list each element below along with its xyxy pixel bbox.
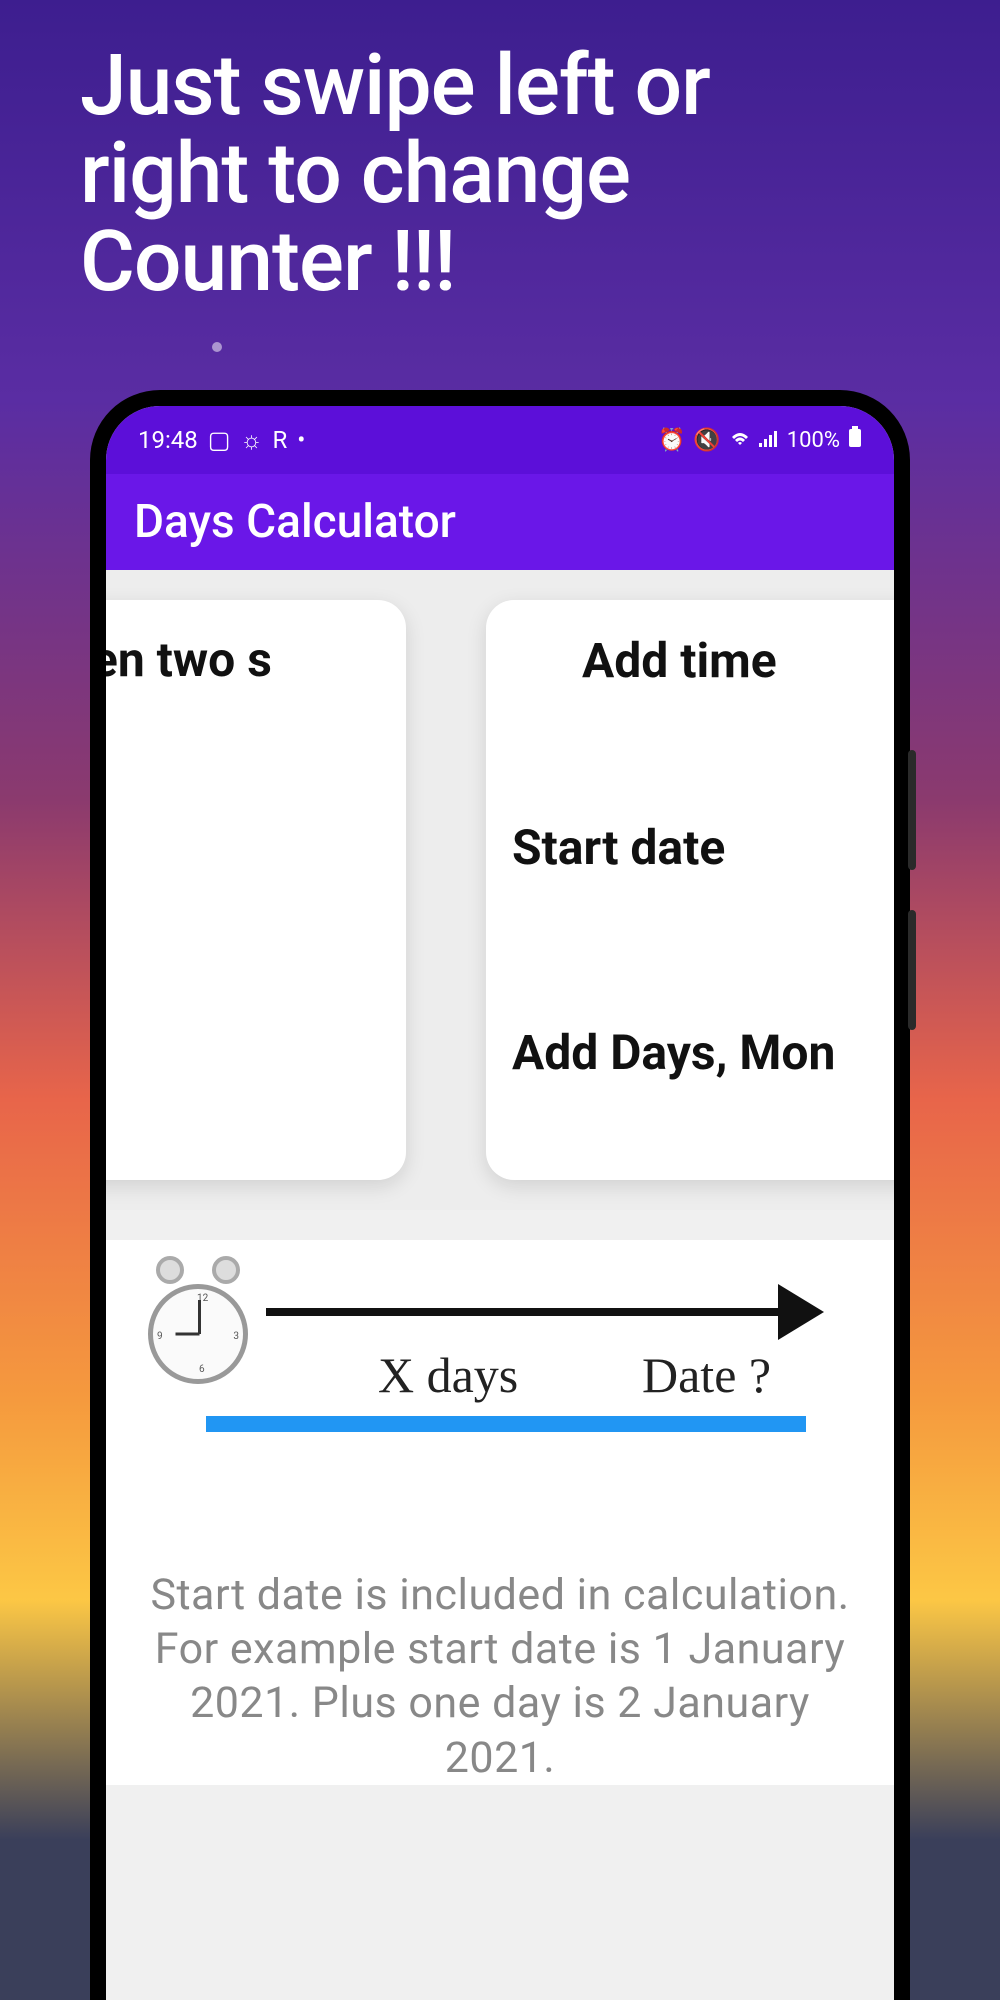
wifi-icon xyxy=(729,428,751,453)
arrow-line-icon xyxy=(266,1308,786,1316)
main-content[interactable]: een two s Add time Start date Add Days, … xyxy=(106,570,894,2000)
signal-icon xyxy=(759,428,779,453)
status-time: 19:48 xyxy=(138,426,198,454)
bell-right-icon xyxy=(212,1256,240,1284)
phone-side-button xyxy=(908,910,916,1030)
card-right-title: Add time xyxy=(486,600,894,689)
promo-headline: Just swipe left or right to change Count… xyxy=(80,42,710,307)
battery-percent: 100% xyxy=(787,428,840,453)
bell-left-icon xyxy=(156,1256,184,1284)
dot-icon: • xyxy=(297,426,305,454)
app-title: Days Calculator xyxy=(134,495,456,549)
mute-icon: 🔇 xyxy=(693,428,720,453)
alarm-icon: ⏰ xyxy=(658,428,685,453)
swipe-cards-row[interactable]: een two s Add time Start date Add Days, … xyxy=(106,570,894,1210)
card-between-dates[interactable]: een two s xyxy=(106,600,406,1180)
status-left: 19:48 ▢ ☼ R • xyxy=(138,426,305,455)
arrow-head-icon xyxy=(778,1284,824,1340)
gallery-icon: ▢ xyxy=(208,426,231,454)
card-add-time[interactable]: Add time Start date Add Days, Mon xyxy=(486,600,894,1180)
add-days-label: Add Days, Mon xyxy=(486,876,894,1081)
app-bar: Days Calculator xyxy=(106,474,894,570)
status-bar: 19:48 ▢ ☼ R • ⏰ 🔇 100% xyxy=(106,406,894,474)
phone-frame: 19:48 ▢ ☼ R • ⏰ 🔇 100% xyxy=(90,390,910,2000)
description-text: Start date is included in calculation. F… xyxy=(130,1568,870,1785)
battery-icon xyxy=(848,426,862,454)
start-date-label: Start date xyxy=(486,689,894,876)
illustration-panel: 12 3 6 9 X days Date ? xyxy=(106,1240,894,1520)
clock-icon: 12 3 6 9 xyxy=(138,1252,258,1392)
card-left-title: een two s xyxy=(106,600,406,720)
r-icon: R xyxy=(272,426,287,454)
x-days-label: X days xyxy=(378,1346,518,1404)
description-block: Start date is included in calculation. F… xyxy=(106,1520,894,1785)
decorative-dot xyxy=(212,342,222,352)
status-right: ⏰ 🔇 100% xyxy=(658,426,862,454)
phone-screen: 19:48 ▢ ☼ R • ⏰ 🔇 100% xyxy=(106,406,894,2000)
date-question-label: Date ? xyxy=(642,1346,771,1404)
phone-side-button xyxy=(908,750,916,870)
blue-underline xyxy=(206,1416,806,1432)
clock-face-icon: 12 3 6 9 xyxy=(148,1284,248,1384)
weather-icon: ☼ xyxy=(240,426,262,455)
